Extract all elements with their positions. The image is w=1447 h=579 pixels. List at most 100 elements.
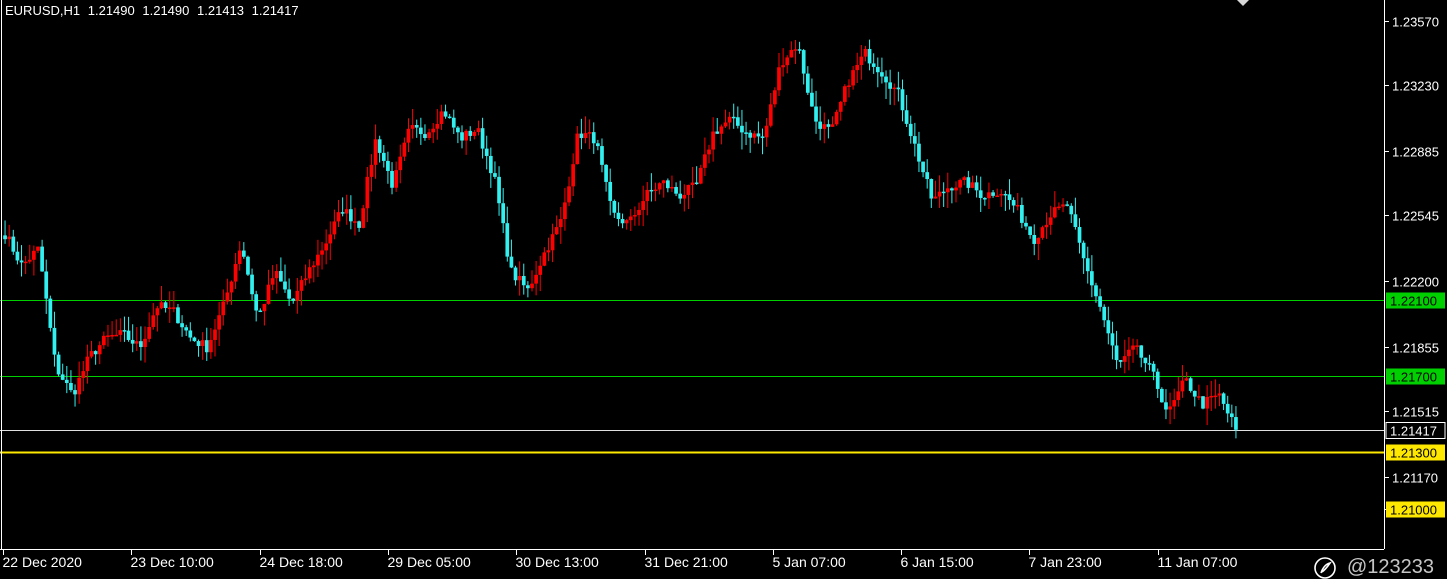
candle-body	[880, 72, 884, 77]
candle-body	[139, 341, 143, 348]
candle-body	[221, 301, 226, 316]
candle-body	[604, 164, 608, 182]
candle-body	[538, 265, 543, 275]
candle-body	[777, 67, 781, 91]
candle-body	[760, 136, 765, 138]
chart-shift-marker-icon[interactable]	[1236, 0, 1250, 8]
candle-body	[937, 191, 942, 197]
price-tick-label: 1.21515	[1392, 405, 1439, 420]
candle-body	[501, 203, 506, 224]
feather-logo-icon	[1314, 557, 1336, 579]
candle-body	[192, 337, 197, 342]
candle-body	[1077, 226, 1082, 243]
candle-body	[608, 181, 613, 201]
candle-body	[521, 276, 526, 286]
candle-body	[703, 154, 707, 168]
candle-body	[781, 65, 785, 68]
candle-body	[451, 117, 456, 128]
candle-body	[217, 315, 221, 330]
candle-body	[130, 339, 135, 344]
level-price-label: 1.21417	[1390, 424, 1437, 439]
candle-body	[1188, 378, 1193, 391]
candle-body	[349, 209, 353, 222]
price-tick-label: 1.22885	[1392, 145, 1439, 160]
candle-body	[102, 335, 106, 346]
candle-body	[1139, 345, 1144, 358]
time-tick-label: 23 Dec 10:00	[131, 554, 214, 570]
candle-body	[1201, 396, 1205, 409]
candle-body	[1168, 406, 1172, 410]
candle-body	[995, 195, 1000, 198]
candle-body	[443, 111, 448, 117]
candle-body	[320, 250, 324, 255]
candle-body	[69, 383, 73, 391]
candle-body	[526, 285, 530, 289]
candle-body	[27, 259, 32, 262]
price-tick-label: 1.21170	[1392, 471, 1438, 486]
candle-body	[546, 250, 551, 253]
candle-body	[303, 278, 308, 281]
candle-body	[579, 133, 584, 139]
candle-body	[600, 146, 604, 165]
candle-body	[324, 243, 329, 251]
time-tick-label: 5 Jan 07:00	[773, 554, 846, 570]
candle-body	[1044, 224, 1049, 228]
candle-body	[3, 235, 7, 240]
candle-body	[1090, 271, 1094, 286]
price-tick-label: 1.22200	[1392, 275, 1439, 290]
candle-body	[830, 124, 835, 127]
candle-body	[505, 223, 510, 257]
chart-header: EURUSD,H1 1.21490 1.21490 1.21413 1.2141…	[5, 3, 303, 18]
candle-body	[719, 126, 724, 134]
candle-body	[892, 87, 897, 90]
candle-body	[439, 111, 444, 124]
candle-body	[81, 371, 86, 378]
candle-body	[311, 265, 316, 268]
symbol-label: EURUSD,H1	[5, 3, 81, 18]
candle-body	[583, 133, 588, 139]
candle-body	[698, 167, 703, 184]
candle-body	[764, 125, 769, 138]
candle-body	[871, 63, 876, 67]
candle-body	[682, 194, 687, 199]
time-tick-label: 11 Jan 07:00	[1158, 554, 1238, 570]
candle-body	[171, 307, 176, 309]
level-price-label: 1.21300	[1390, 446, 1437, 461]
candle-body	[933, 196, 938, 199]
candle-body	[497, 176, 501, 204]
candle-body	[229, 281, 234, 293]
candle-body	[670, 186, 674, 189]
candle-body	[279, 271, 283, 282]
time-tick-label: 22 Dec 2020	[3, 554, 83, 570]
time-tick-label: 24 Dec 18:00	[260, 554, 343, 570]
candle-body	[962, 177, 967, 181]
price-chart[interactable]: 1.23570 1.23230 1.22885 1.22545 1.22200 1.218…	[0, 0, 1447, 578]
candle-body	[283, 281, 287, 290]
candle-body	[1143, 357, 1148, 364]
candle-body	[616, 212, 621, 220]
candle-body	[542, 252, 547, 266]
candle-body	[801, 50, 806, 74]
candle-body	[1131, 345, 1135, 350]
candle-body	[982, 197, 987, 200]
level-price-label: 1.21700	[1390, 370, 1437, 385]
time-tick-label: 6 Jan 15:00	[901, 554, 974, 570]
candle-body	[534, 274, 538, 284]
candle-body	[814, 106, 818, 122]
candle-body	[904, 110, 909, 124]
time-tick-label: 7 Jan 23:00	[1029, 554, 1102, 570]
candle-body	[44, 271, 49, 299]
candle-body	[987, 192, 991, 199]
candle-body	[1106, 320, 1111, 334]
candle-body	[929, 179, 934, 199]
candle-body	[517, 276, 522, 281]
candle-body	[472, 132, 477, 136]
candle-body	[768, 104, 773, 126]
candle-body	[361, 208, 366, 228]
candle-body	[32, 250, 36, 260]
candle-body	[114, 334, 119, 337]
candle-body	[888, 82, 892, 89]
candle-body	[1213, 395, 1218, 398]
candle-body	[151, 315, 156, 328]
candle-body	[159, 302, 164, 309]
